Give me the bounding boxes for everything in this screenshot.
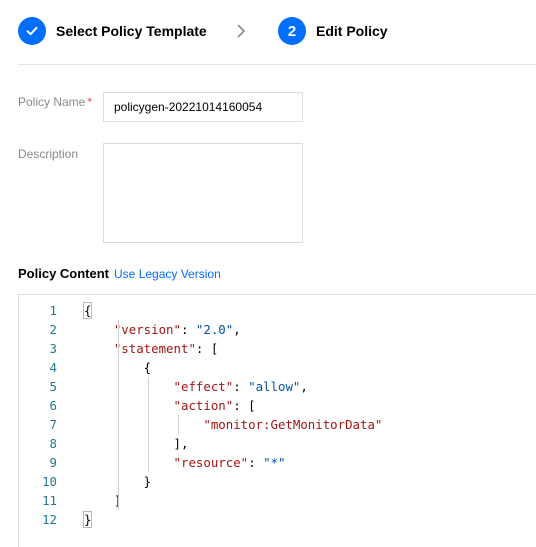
code-token: ,: [300, 379, 308, 394]
line-number: 8: [49, 436, 57, 451]
code-token: "version": [113, 322, 181, 337]
step-2-label: Edit Policy: [316, 23, 388, 39]
code-token: ],: [84, 436, 189, 451]
line-number: 2: [49, 322, 57, 337]
code-line: "version": "2.0",: [84, 320, 241, 339]
description-label: Description: [18, 147, 79, 161]
code-line: ]: [84, 491, 121, 510]
code-token: : [: [233, 398, 256, 413]
step-2-number: 2: [278, 17, 306, 45]
stepper: Select Policy Template 2 Edit Policy: [0, 0, 536, 64]
code-token: "statement": [113, 341, 196, 356]
line-number: 12: [42, 512, 57, 527]
stepper-divider: [18, 64, 536, 65]
step-select-policy-template[interactable]: Select Policy Template: [18, 17, 207, 45]
code-line: {: [82, 301, 93, 320]
line-number: 10: [42, 474, 57, 489]
policy-json-editor[interactable]: 1 2 3 4 5 6 7 8 9 10 11 12 { "version": "2.0", "sta…: [18, 294, 536, 547]
line-number: 9: [49, 455, 57, 470]
line-number: 11: [42, 493, 57, 508]
chevron-right-icon: [235, 21, 247, 41]
step-edit-policy[interactable]: 2 Edit Policy: [278, 17, 388, 45]
code-token: :: [180, 322, 196, 337]
check-icon: [18, 17, 46, 45]
line-number: 1: [49, 303, 57, 318]
code-line: "resource": "*": [84, 453, 286, 472]
line-number: 5: [49, 379, 57, 394]
code-token: "2.0": [195, 322, 234, 337]
line-number: 4: [49, 360, 57, 375]
code-line: "action": [: [84, 396, 256, 415]
line-number: 6: [49, 398, 57, 413]
indent-guide: [148, 377, 149, 472]
policy-content-title: Policy Content: [18, 266, 110, 281]
code-token: }: [82, 511, 93, 528]
use-legacy-version-link[interactable]: Use Legacy Version: [114, 267, 221, 281]
code-token: "*": [263, 455, 286, 470]
code-token: ,: [233, 322, 241, 337]
code-line: "monitor:GetMonitorData": [84, 415, 382, 434]
code-token: "resource": [173, 455, 249, 470]
code-token: :: [248, 455, 264, 470]
line-number-gutter: 1 2 3 4 5 6 7 8 9 10 11 12: [19, 295, 77, 547]
code-token: ]: [84, 493, 122, 508]
indent-guide: [178, 415, 179, 434]
code-line: }: [82, 510, 93, 529]
code-token: "effect": [173, 379, 234, 394]
code-token: "allow": [248, 379, 301, 394]
policy-content-header: Policy Content Use Legacy Version: [18, 266, 221, 281]
description-textarea[interactable]: [103, 143, 303, 243]
code-token: {: [82, 302, 93, 319]
policy-name-label-text: Policy Name: [18, 95, 86, 109]
line-number: 7: [49, 417, 57, 432]
required-mark: *: [87, 95, 93, 109]
code-token: "action": [173, 398, 234, 413]
code-line: ],: [84, 434, 189, 453]
indent-guide: [118, 320, 119, 510]
policy-name-label: Policy Name *: [18, 95, 92, 109]
line-number: 3: [49, 341, 57, 356]
code-token: :: [233, 379, 249, 394]
policy-name-input[interactable]: [103, 92, 303, 122]
code-line: "statement": [: [84, 339, 218, 358]
step-1-label: Select Policy Template: [56, 23, 207, 39]
code-token: : [: [195, 341, 219, 356]
code-token: "monitor:GetMonitorData": [203, 417, 383, 432]
